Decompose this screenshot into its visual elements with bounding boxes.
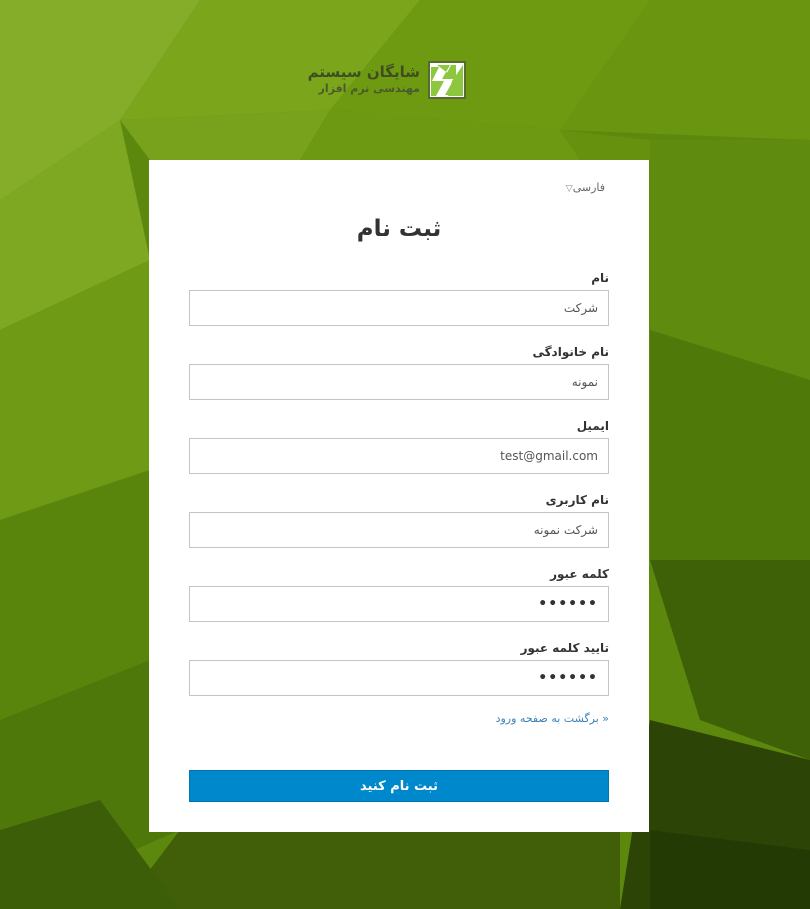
- email-input[interactable]: [189, 438, 609, 474]
- password-label: کلمه عبور: [550, 567, 609, 581]
- brand-name: شایگان سیستم: [307, 63, 421, 81]
- last-name-group: نام خانوادگی: [189, 344, 609, 400]
- email-label: ایمیل: [576, 419, 609, 433]
- register-card: فارسی▽ ثبت نام نام نام خانوادگی ایمیل نا…: [149, 160, 649, 832]
- brand-tagline: مهندسی نرم افزار: [318, 82, 420, 95]
- logo-mark-icon: [428, 61, 466, 99]
- first-name-input[interactable]: [189, 290, 609, 326]
- password-group: کلمه عبور: [189, 566, 609, 622]
- brand-text: شایگان سیستم مهندسی نرم افزار: [307, 62, 421, 96]
- last-name-input[interactable]: [189, 364, 609, 400]
- chevron-down-icon: ▽: [565, 184, 573, 194]
- username-input[interactable]: [189, 512, 609, 548]
- language-selector[interactable]: فارسی▽: [566, 181, 605, 194]
- confirm-password-input[interactable]: [189, 660, 609, 696]
- confirm-password-label: تایید کلمه عبور: [520, 641, 609, 655]
- language-label: فارسی: [572, 181, 605, 194]
- last-name-label: نام خانوادگی: [532, 345, 609, 359]
- confirm-password-group: تایید کلمه عبور: [189, 640, 609, 696]
- first-name-label: نام: [591, 271, 609, 285]
- username-label: نام کاربری: [545, 493, 609, 507]
- register-button[interactable]: ثبت نام کنید: [189, 770, 609, 802]
- brand-logo: شایگان سیستم مهندسی نرم افزار: [308, 61, 466, 99]
- password-input[interactable]: [189, 586, 609, 622]
- username-group: نام کاربری: [189, 492, 609, 548]
- page-title: ثبت نام: [356, 216, 442, 242]
- email-group: ایمیل: [189, 418, 609, 474]
- back-to-login-link[interactable]: « برگشت به صفحه ورود: [496, 712, 609, 725]
- first-name-group: نام: [189, 270, 609, 326]
